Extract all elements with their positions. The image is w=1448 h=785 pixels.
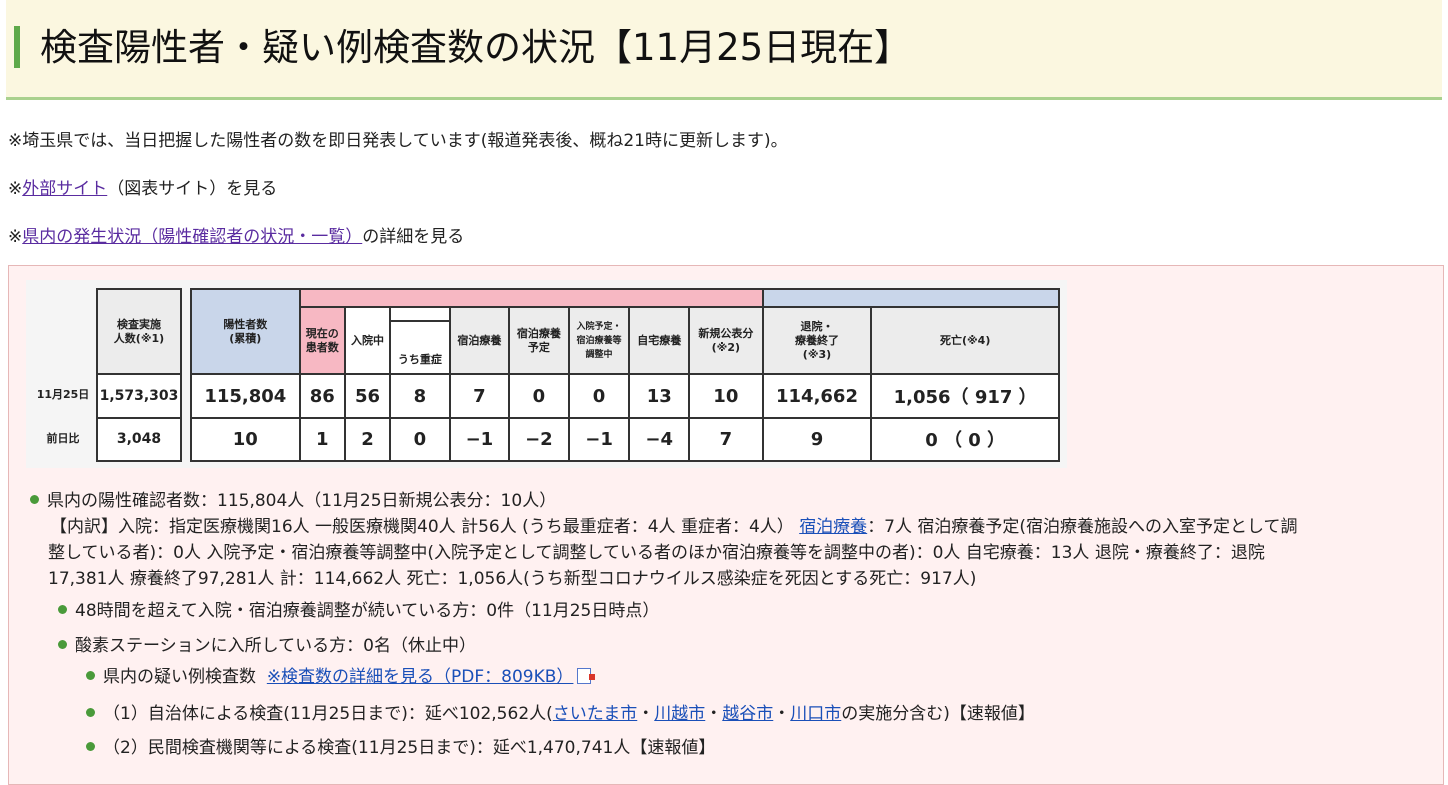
- hotel-value: 7: [448, 373, 511, 419]
- adjusting-value: 0: [567, 373, 631, 419]
- positive-header-cell: 陽性者数 (累積): [190, 287, 301, 376]
- hotel-care-link[interactable]: 宿泊療養: [799, 517, 867, 537]
- test-detail-pdf-link[interactable]: ※検査数の詳細を見る（PDF：809KB）: [267, 667, 574, 687]
- hospitalized-value: 56: [343, 373, 392, 419]
- severe-diff: 0: [389, 416, 451, 463]
- koshigaya-city-link[interactable]: 越谷市: [722, 704, 773, 724]
- hotel-planned-value: 0: [508, 373, 570, 419]
- adjusting-diff: −1: [567, 416, 631, 463]
- prefecture-status-note: ※県内の発生状況（陽性確認者の状況・一覧）の詳細を見る: [8, 225, 464, 249]
- tested-table: 検査実施 人数(※1) 1,573,303 3,048: [96, 287, 182, 463]
- positive-header: 陽性者数 (累積): [223, 317, 268, 345]
- oxygen-text: 酸素ステーションに入所している方：0名（休止中）: [75, 636, 476, 656]
- over48-line: 48時間を超えて入院・宿泊療養調整が続いている方：0件（11月25日時点）: [58, 598, 659, 624]
- local-test-text: （1）自治体による検査(11月25日まで)：延べ102,562人(: [103, 704, 553, 724]
- positive-diff: 10: [190, 416, 301, 463]
- discharged-header: 退院・ 療養終了 (※3): [761, 306, 873, 376]
- bullet-icon: [86, 742, 95, 751]
- deaths-value: 1,056（ 917 ）: [870, 373, 1060, 419]
- breakdown-line-1: 【内訳】入院：指定医療機関16人 一般医療機関40人 計56人 (うち最重症者：…: [30, 514, 1430, 540]
- separator: ・: [773, 704, 791, 724]
- hospitalized-diff: 2: [343, 416, 392, 463]
- note-prefix: ※: [8, 227, 23, 247]
- hospitalized-header: 入院中: [343, 306, 392, 376]
- new-value: 10: [687, 373, 764, 419]
- severe-value: 8: [389, 373, 451, 419]
- external-site-note: ※外部サイト（図表サイト）を見る: [8, 177, 277, 201]
- home-header: 自宅療養: [628, 306, 690, 376]
- current-diff: 1: [298, 416, 346, 463]
- hotel-diff: −1: [448, 416, 511, 463]
- bullet-icon: [30, 495, 39, 504]
- hotel-planned-header: 宿泊療養 予定: [508, 306, 570, 376]
- row-label-diff: 前日比: [46, 432, 80, 445]
- hotel-planned-diff: −2: [508, 416, 570, 463]
- external-site-link[interactable]: 外部サイト: [22, 179, 107, 199]
- page-title: 検査陽性者・疑い例検査数の状況【11月25日現在】: [40, 26, 912, 69]
- current-value: 86: [298, 373, 346, 419]
- kawaguchi-city-link[interactable]: 川口市: [790, 704, 841, 724]
- status-table-image: 検査実施 人数(※1) 1,573,303 3,048 11月25日 前日比 陽…: [26, 280, 1067, 468]
- saitama-city-link[interactable]: さいたま市: [553, 704, 638, 724]
- positive-value: 115,804: [190, 373, 301, 419]
- title-accent-bar: [14, 26, 20, 68]
- update-note: ※埼玉県では、当日把握した陽性者の数を即日発表しています(報道発表後、概ね21時…: [8, 131, 788, 151]
- patient-status-table: 陽性者数 (累積) 現在の 患者数 入院中 宿泊療養 宿泊療養 予定 入院予定・…: [190, 287, 1061, 463]
- discharged-diff: 9: [761, 416, 873, 463]
- bullet-icon: [86, 671, 95, 680]
- tested-diff: 3,048: [96, 416, 182, 463]
- pdf-icon: [577, 668, 596, 684]
- bullet-icon: [58, 605, 67, 614]
- tested-header: 検査実施 人数(※1): [96, 287, 182, 376]
- tested-value: 1,573,303: [96, 373, 182, 419]
- local-test-suffix: の実施分含む)【速報値】: [841, 704, 1035, 724]
- breakdown-text-2: ：7人 宿泊療養予定(宿泊療養施設への入室予定として調: [867, 517, 1298, 537]
- new-header: 新規公表分 (※2): [687, 306, 764, 376]
- severe-header: うち重症: [389, 320, 451, 376]
- detail-block: 県内の陽性確認者数：115,804人（11月25日新規公表分：10人） 【内訳】…: [30, 488, 1430, 592]
- severe-spacer: [389, 306, 451, 323]
- note-suffix: （図表サイト）を見る: [107, 179, 278, 199]
- home-value: 13: [628, 373, 690, 419]
- local-test-line: （1）自治体による検査(11月25日まで)：延べ102,562人(さいたま市・川…: [86, 701, 1035, 727]
- breakdown-line-3: 17,381人 療養終了97,281人 計：114,662人 死亡：1,056人…: [48, 569, 977, 589]
- private-test-line: （2）民間検査機関等による検査(11月25日まで)：延べ1,470,741人【速…: [86, 735, 715, 761]
- summary-text: 県内の陽性確認者数：115,804人（11月25日新規公表分：10人）: [47, 491, 557, 511]
- breakdown-text-1: 【内訳】入院：指定医療機関16人 一般医療機関40人 計56人 (うち最重症者：…: [50, 517, 794, 537]
- row-label-date: 11月25日: [36, 388, 90, 401]
- prefecture-status-link[interactable]: 県内の発生状況（陽性確認者の状況・一覧）: [22, 227, 362, 247]
- new-diff: 7: [687, 416, 764, 463]
- breakdown-line-2: 整している者)：0人 入院予定・宿泊療養等調整中(入院予定として調整している者の…: [48, 543, 1265, 563]
- over48-text: 48時間を超えて入院・宿泊療養調整が続いている方：0件（11月25日時点）: [75, 601, 660, 621]
- deaths-header: 死亡(※4): [870, 306, 1060, 376]
- note-prefix: ※: [8, 179, 23, 199]
- kawagoe-city-link[interactable]: 川越市: [654, 704, 705, 724]
- oxygen-line: 酸素ステーションに入所している方：0名（休止中）: [58, 633, 476, 659]
- home-diff: −4: [628, 416, 690, 463]
- note-suffix: の詳細を見る: [362, 227, 465, 247]
- current-group-header: [298, 287, 764, 309]
- adjusting-header: 入院予定・ 宿泊療養等 調整中: [567, 306, 631, 376]
- bullet-icon: [58, 640, 67, 649]
- summary-line: 県内の陽性確認者数：115,804人（11月25日新規公表分：10人）: [30, 488, 1430, 514]
- suspect-label: 県内の疑い例検査数: [103, 667, 256, 687]
- page-header: 検査陽性者・疑い例検査数の状況【11月25日現在】: [6, 0, 1442, 100]
- private-test-text: （2）民間検査機関等による検査(11月25日まで)：延べ1,470,741人【速…: [103, 738, 716, 758]
- deaths-diff: 0 （ 0 ）: [870, 416, 1060, 463]
- separator: ・: [637, 704, 655, 724]
- separator: ・: [705, 704, 723, 724]
- hotel-header: 宿泊療養: [448, 306, 511, 376]
- bullet-icon: [86, 708, 95, 717]
- current-header: 現在の 患者数: [298, 306, 346, 376]
- discharged-value: 114,662: [761, 373, 873, 419]
- suspect-line: 県内の疑い例検査数 ※検査数の詳細を見る（PDF：809KB）: [86, 664, 596, 690]
- closed-group-header: [761, 287, 1061, 309]
